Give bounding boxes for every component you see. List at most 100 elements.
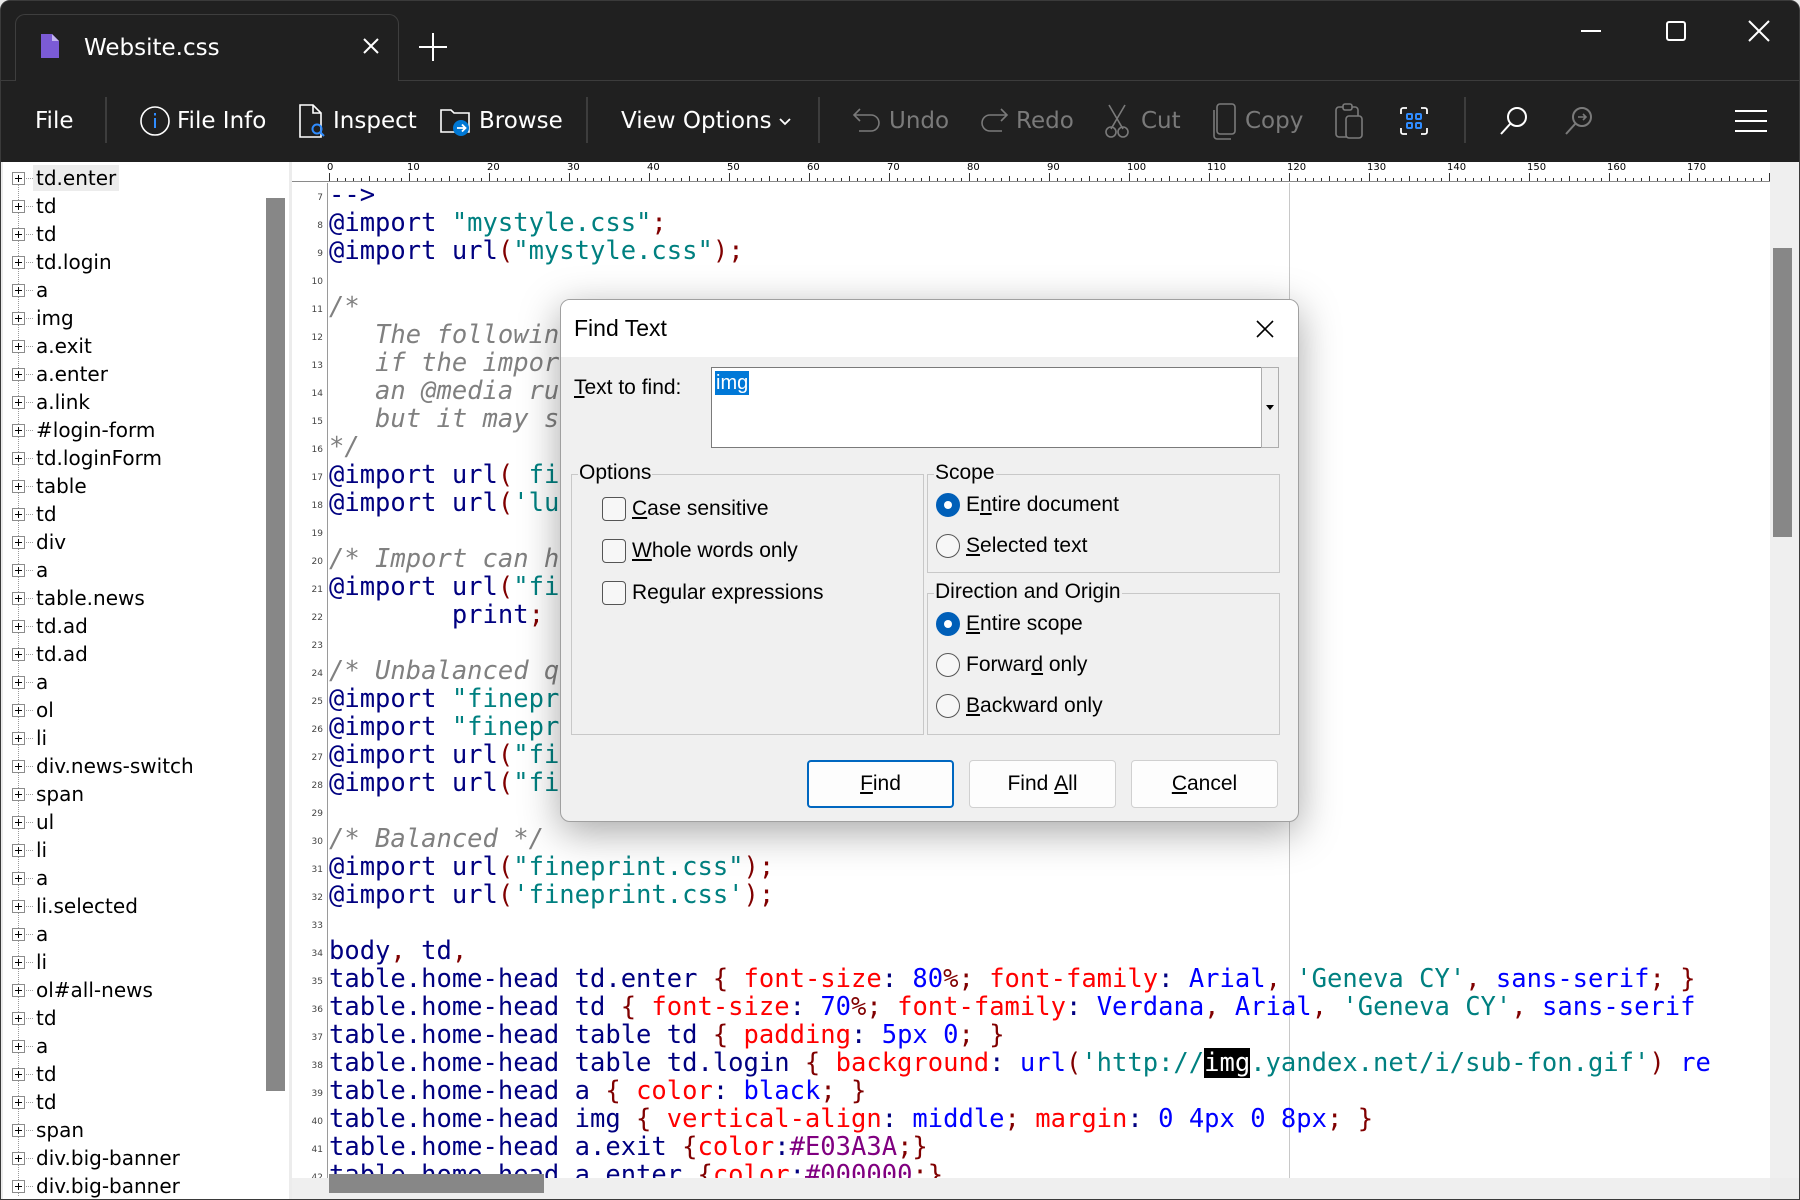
- tree-item[interactable]: a: [3, 864, 253, 892]
- cancel-button[interactable]: Cancel: [1131, 760, 1278, 808]
- browse-button[interactable]: Browse: [439, 95, 563, 147]
- expand-icon[interactable]: [12, 592, 25, 605]
- code-line[interactable]: @import url('fineprint.css');: [329, 881, 774, 909]
- find-next-button[interactable]: [1563, 95, 1595, 147]
- tree-item[interactable]: td: [3, 500, 253, 528]
- expand-icon[interactable]: [12, 760, 25, 773]
- expand-icon[interactable]: [12, 312, 25, 325]
- code-line[interactable]: table.home-head table td { padding: 5px …: [329, 1021, 1005, 1049]
- expand-icon[interactable]: [12, 1040, 25, 1053]
- dialog-close-button[interactable]: [1250, 314, 1280, 344]
- tree-item[interactable]: a.link: [3, 388, 253, 416]
- expand-icon[interactable]: [12, 508, 25, 521]
- tree-item[interactable]: div.news-switch: [3, 752, 253, 780]
- tree-item[interactable]: ol: [3, 696, 253, 724]
- expand-icon[interactable]: [12, 732, 25, 745]
- file-menu-button[interactable]: File: [35, 95, 74, 147]
- expand-icon[interactable]: [12, 256, 25, 269]
- expand-icon[interactable]: [12, 480, 25, 493]
- expand-icon[interactable]: [12, 284, 25, 297]
- tree-item[interactable]: #login-form: [3, 416, 253, 444]
- code-line[interactable]: @import url("fineprint.css");: [329, 853, 774, 881]
- expand-icon[interactable]: [12, 396, 25, 409]
- find-all-button[interactable]: Find All: [969, 760, 1116, 808]
- expand-icon[interactable]: [12, 452, 25, 465]
- expand-icon[interactable]: [12, 1124, 25, 1137]
- expand-icon[interactable]: [12, 956, 25, 969]
- code-line[interactable]: an @media rule: [329, 377, 590, 405]
- expand-icon[interactable]: [12, 816, 25, 829]
- code-line[interactable]: @import url("mystyle.css");: [329, 237, 744, 265]
- expand-icon[interactable]: [12, 228, 25, 241]
- tree-item[interactable]: a: [3, 556, 253, 584]
- new-tab-button[interactable]: [413, 27, 453, 67]
- undo-button[interactable]: Undo: [851, 95, 949, 147]
- tree-item[interactable]: ol#all-news: [3, 976, 253, 1004]
- regular-expressions-checkbox[interactable]: Regular expressions: [602, 581, 823, 605]
- tree-item[interactable]: td: [3, 192, 253, 220]
- expand-icon[interactable]: [12, 928, 25, 941]
- expand-icon[interactable]: [12, 200, 25, 213]
- tree-item[interactable]: a: [3, 668, 253, 696]
- tree-item[interactable]: td.ad: [3, 612, 253, 640]
- tree-item[interactable]: td.loginForm: [3, 444, 253, 472]
- expand-icon[interactable]: [12, 676, 25, 689]
- expand-icon[interactable]: [12, 172, 25, 185]
- expand-icon[interactable]: [12, 340, 25, 353]
- close-window-button[interactable]: [1734, 13, 1784, 49]
- tree-item[interactable]: li: [3, 724, 253, 752]
- expand-icon[interactable]: [12, 648, 25, 661]
- tree-item[interactable]: a: [3, 276, 253, 304]
- expand-icon[interactable]: [12, 1068, 25, 1081]
- code-line[interactable]: @import "mystyle.css";: [329, 209, 667, 237]
- tree-item[interactable]: a.exit: [3, 332, 253, 360]
- tree-item[interactable]: span: [3, 780, 253, 808]
- code-line[interactable]: table.home-head table td.login { backgro…: [329, 1048, 1711, 1079]
- tree-item[interactable]: a: [3, 920, 253, 948]
- tree-item[interactable]: li.selected: [3, 892, 253, 920]
- select-all-button[interactable]: [1399, 95, 1429, 147]
- tree-item[interactable]: table: [3, 472, 253, 500]
- search-button[interactable]: [1498, 95, 1530, 147]
- whole-words-checkbox[interactable]: Whole words only: [602, 539, 798, 563]
- code-line[interactable]: table.home-head a { color: black; }: [329, 1077, 866, 1105]
- expand-icon[interactable]: [12, 704, 25, 717]
- inspect-button[interactable]: Inspect: [297, 95, 417, 147]
- code-line[interactable]: /* Balanced */: [329, 825, 544, 853]
- expand-icon[interactable]: [12, 900, 25, 913]
- expand-icon[interactable]: [12, 424, 25, 437]
- code-line[interactable]: table.home-head img { vertical-align: mi…: [329, 1105, 1373, 1133]
- expand-icon[interactable]: [12, 788, 25, 801]
- tree-item[interactable]: div.big-banner: [3, 1144, 253, 1172]
- expand-icon[interactable]: [12, 844, 25, 857]
- tree-item[interactable]: div.big-banner: [3, 1172, 253, 1199]
- code-line[interactable]: print;: [329, 601, 544, 629]
- paste-button[interactable]: [1333, 95, 1365, 147]
- forward-only-radio[interactable]: Forward only: [936, 653, 1087, 677]
- expand-icon[interactable]: [12, 1096, 25, 1109]
- code-line[interactable]: /*: [329, 293, 360, 321]
- expand-icon[interactable]: [12, 368, 25, 381]
- code-line[interactable]: */: [329, 433, 360, 461]
- expand-icon[interactable]: [12, 536, 25, 549]
- view-options-dropdown[interactable]: View Options: [621, 95, 792, 147]
- code-line[interactable]: table.home-head a.exit {color:#E03A3A;}: [329, 1133, 928, 1161]
- backward-only-radio[interactable]: Backward only: [936, 694, 1103, 718]
- entire-document-radio[interactable]: Entire document: [936, 493, 1119, 517]
- tree-item[interactable]: td: [3, 1060, 253, 1088]
- cut-button[interactable]: Cut: [1103, 95, 1181, 147]
- tree-item[interactable]: div: [3, 528, 253, 556]
- sidebar-scrollbar-thumb[interactable]: [266, 198, 285, 1091]
- tree-item[interactable]: a.enter: [3, 360, 253, 388]
- editor-vertical-scrollbar-thumb[interactable]: [1773, 248, 1792, 537]
- expand-icon[interactable]: [12, 564, 25, 577]
- maximize-button[interactable]: [1651, 13, 1701, 49]
- tree-item[interactable]: td.login: [3, 248, 253, 276]
- entire-scope-radio[interactable]: Entire scope: [936, 612, 1083, 636]
- find-button[interactable]: Find: [807, 760, 954, 808]
- code-line[interactable]: table.home-head td { font-size: 70%; fon…: [329, 993, 1696, 1021]
- tree-item[interactable]: td: [3, 1004, 253, 1032]
- tree-item[interactable]: ul: [3, 808, 253, 836]
- tree-item[interactable]: a: [3, 1032, 253, 1060]
- tree-item[interactable]: td.enter: [3, 164, 253, 192]
